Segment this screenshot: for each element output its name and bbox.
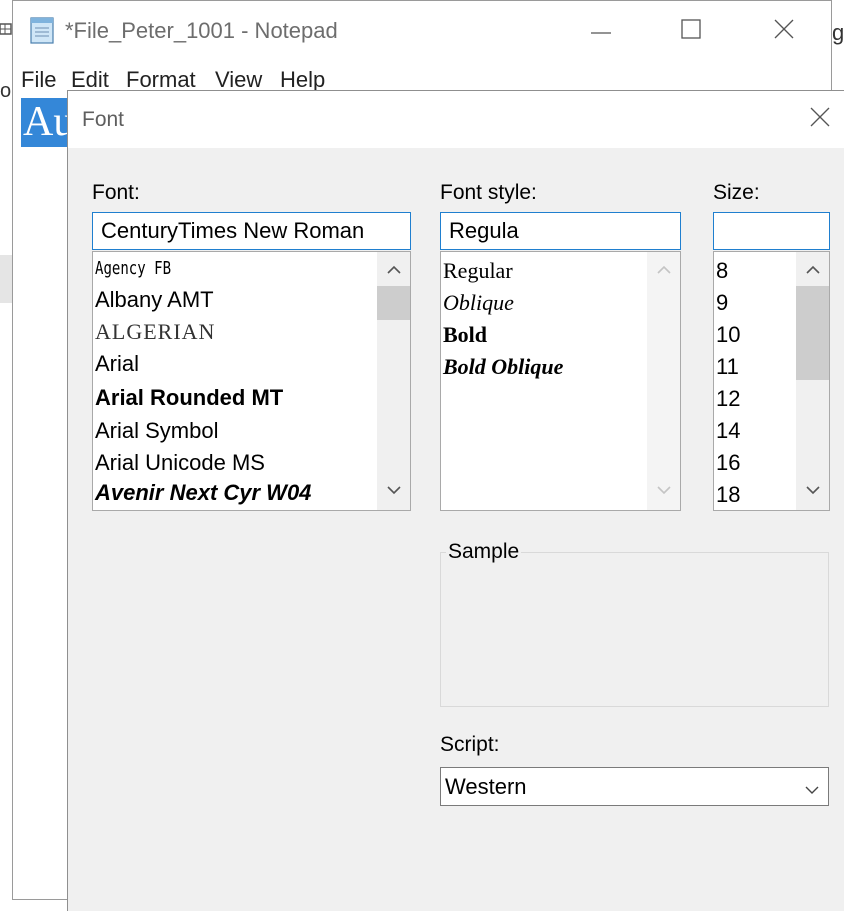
minimize-icon — [590, 18, 612, 45]
size-label: Size: — [713, 181, 760, 204]
scroll-down-button[interactable] — [377, 474, 410, 508]
font-style-input[interactable]: Regula — [440, 212, 681, 250]
maximize-button[interactable] — [668, 11, 714, 51]
chevron-up-icon — [656, 262, 671, 280]
close-button[interactable] — [761, 11, 807, 51]
font-style-item[interactable]: Oblique — [443, 290, 514, 316]
font-list-item[interactable]: Arial Symbol — [95, 418, 218, 444]
font-list-item[interactable]: Agency FB — [95, 258, 171, 279]
font-list-item[interactable]: Arial — [95, 351, 139, 377]
scroll-thumb[interactable] — [377, 286, 410, 320]
chevron-down-icon — [804, 778, 820, 804]
font-list-item[interactable]: Arial Rounded MT — [95, 385, 283, 411]
size-list-item[interactable]: 10 — [716, 322, 740, 348]
chevron-up-icon — [805, 262, 820, 280]
scroll-up-button[interactable] — [377, 254, 410, 288]
scroll-down-button[interactable] — [796, 474, 829, 508]
sample-preview-box — [440, 552, 829, 707]
scroll-up-button[interactable] — [796, 254, 829, 288]
size-list-item[interactable]: 8 — [716, 258, 728, 284]
script-select[interactable]: Western — [440, 767, 829, 806]
font-style-item[interactable]: Bold Oblique — [443, 354, 563, 380]
font-dialog-title: Font — [82, 108, 125, 131]
notepad-window-title: *File_Peter_1001 - Notepad — [65, 18, 338, 43]
size-list[interactable]: 8 9 10 11 12 14 16 18 — [713, 251, 830, 511]
font-list[interactable]: Agency FB Albany AMT ALGERIAN Arial Aria… — [92, 251, 411, 511]
maximize-icon — [680, 18, 702, 45]
chevron-down-icon — [805, 482, 820, 500]
size-list-item[interactable]: 12 — [716, 386, 740, 412]
font-dialog: Font Font: CenturyTimes New Roman Agency… — [67, 90, 844, 911]
font-list-item[interactable]: Avenir Next Cyr W04 — [95, 480, 311, 506]
background-window-text-right: g — [832, 20, 844, 45]
background-window-panel — [0, 255, 12, 303]
font-label: Font: — [92, 181, 140, 204]
font-list-item[interactable]: Arial Unicode MS — [95, 450, 265, 476]
scroll-thumb[interactable] — [796, 286, 829, 380]
dialog-close-button[interactable] — [800, 99, 840, 139]
font-list-item[interactable]: ALGERIAN — [95, 319, 215, 345]
chevron-down-icon — [386, 482, 401, 500]
size-list-item[interactable]: 16 — [716, 450, 740, 476]
size-list-item[interactable]: 9 — [716, 290, 728, 316]
size-list-item[interactable]: 11 — [716, 354, 739, 380]
scroll-up-button — [647, 254, 680, 288]
chevron-down-icon — [656, 482, 671, 500]
font-style-label: Font style: — [440, 181, 537, 204]
notepad-titlebar: *File_Peter_1001 - Notepad — [13, 1, 831, 61]
sample-label: Sample — [446, 540, 522, 564]
minimize-button[interactable] — [578, 11, 624, 51]
chevron-up-icon — [386, 262, 401, 280]
font-name-input[interactable]: CenturyTimes New Roman — [92, 212, 411, 250]
size-list-item[interactable]: 18 — [716, 482, 740, 508]
font-list-scrollbar[interactable] — [377, 252, 410, 510]
font-style-scrollbar — [647, 252, 680, 510]
size-list-item[interactable]: 14 — [716, 418, 740, 444]
scroll-down-button — [647, 474, 680, 508]
script-select-value: Western — [445, 774, 527, 799]
close-icon — [773, 18, 795, 45]
script-label: Script: — [440, 733, 500, 756]
font-list-item[interactable]: Albany AMT — [95, 287, 214, 313]
background-window-text: ou — [0, 80, 12, 102]
background-window-icon — [0, 20, 12, 48]
font-style-item[interactable]: Regular — [443, 258, 513, 284]
size-list-scrollbar[interactable] — [796, 252, 829, 510]
font-dialog-titlebar: Font — [68, 91, 844, 148]
size-input[interactable] — [713, 212, 830, 250]
font-style-item[interactable]: Bold — [443, 322, 487, 348]
font-style-list[interactable]: Regular Oblique Bold Bold Oblique — [440, 251, 681, 511]
close-icon — [809, 106, 831, 133]
menu-file[interactable]: File — [21, 67, 56, 93]
notepad-app-icon — [27, 15, 57, 45]
